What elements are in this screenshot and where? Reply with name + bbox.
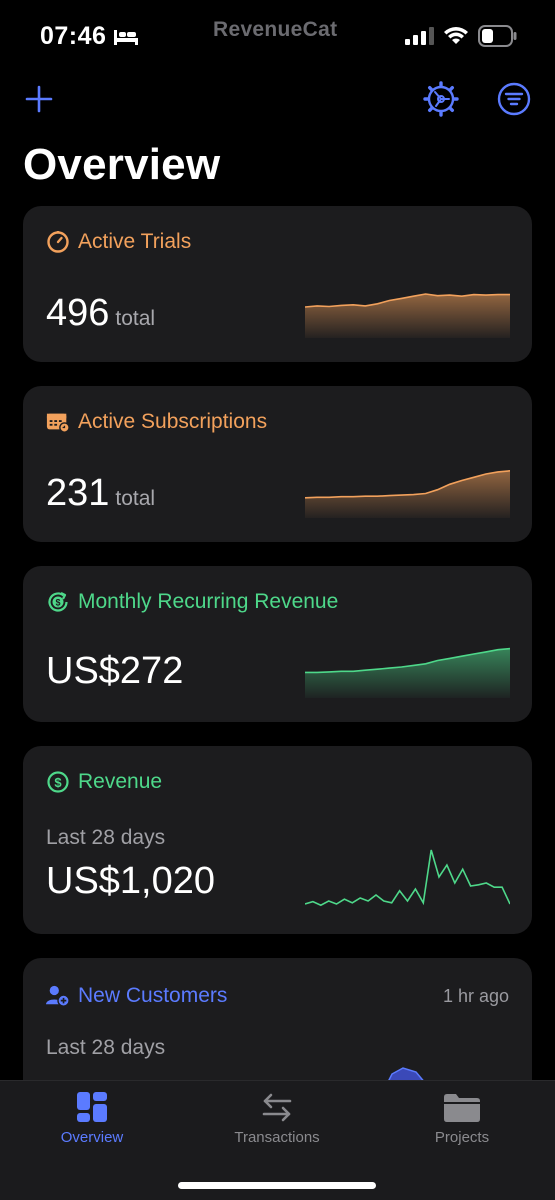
- recurring-dollar-icon: $: [46, 590, 70, 614]
- card-header: $ Monthly Recurring Revenue: [46, 590, 338, 614]
- home-indicator: [178, 1182, 376, 1189]
- settings-button[interactable]: [422, 80, 460, 118]
- status-time: 07:46: [40, 22, 107, 50]
- revenue-card[interactable]: $ Revenue Last 28 days US$1,020: [23, 746, 532, 934]
- card-header: New Customers: [46, 984, 227, 1008]
- chart-area: [305, 294, 510, 338]
- folder-icon: [444, 1094, 480, 1122]
- tab-label: Transactions: [234, 1129, 320, 1146]
- value-unit: total: [115, 307, 156, 330]
- tab-transactions[interactable]: Transactions: [202, 1091, 352, 1146]
- tab-label: Projects: [434, 1129, 490, 1146]
- mrr-card[interactable]: $ Monthly Recurring Revenue US$272: [23, 566, 532, 722]
- card-title: Active Trials: [78, 230, 192, 253]
- revenue-value: US$1,020: [46, 860, 216, 902]
- revenue-chart: [305, 846, 510, 914]
- arrows-swap-icon: [262, 1093, 292, 1122]
- tab-overview[interactable]: Overview: [17, 1091, 167, 1146]
- dashboard-icon: [77, 1092, 107, 1122]
- battery-icon: [478, 25, 517, 47]
- card-title: New Customers: [78, 984, 228, 1007]
- mrr-value: US$272: [46, 650, 184, 692]
- active-subscriptions-value: 231: [46, 472, 110, 514]
- active-trials-value: 496: [46, 292, 110, 334]
- wifi-icon: [444, 27, 468, 44]
- active-trials-card[interactable]: Active Trials 496 total: [23, 206, 532, 362]
- chart-line: [305, 850, 510, 905]
- add-button[interactable]: [22, 82, 56, 116]
- filter-button[interactable]: [495, 80, 533, 118]
- card-header: $ Revenue: [46, 770, 162, 794]
- page-title: Overview: [23, 140, 221, 189]
- revenue-period: Last 28 days: [46, 826, 166, 849]
- svg-text:$: $: [54, 775, 62, 790]
- card-title: Active Subscriptions: [78, 410, 268, 433]
- sleep-mode-icon: [114, 30, 138, 45]
- card-header: Active Subscriptions: [46, 410, 267, 434]
- updated-timestamp: 1 hr ago: [442, 986, 509, 1006]
- filter-icon: [497, 82, 531, 116]
- tab-label: Overview: [60, 1129, 124, 1146]
- active-subscriptions-card[interactable]: Active Subscriptions 231 total: [23, 386, 532, 542]
- gear-icon: [423, 81, 459, 117]
- active-trials-chart: [305, 276, 510, 338]
- add-person-icon: [46, 984, 70, 1008]
- card-title: Revenue: [78, 770, 163, 793]
- svg-text:$: $: [55, 598, 60, 608]
- card-value: 496 total: [46, 292, 155, 335]
- status-bar: 07:46 RevenueCat: [0, 0, 555, 70]
- card-header: Active Trials: [46, 230, 191, 254]
- timer-icon: [46, 230, 70, 254]
- chart-area: [305, 648, 510, 698]
- active-subscriptions-chart: [305, 456, 510, 518]
- cellular-signal-icon: [405, 27, 434, 45]
- calendar-icon: [46, 410, 70, 434]
- plus-icon: [25, 85, 53, 113]
- card-title: Monthly Recurring Revenue: [78, 590, 339, 613]
- value-unit: total: [115, 487, 156, 510]
- new-customers-period: Last 28 days: [46, 1036, 166, 1059]
- card-value: 231 total: [46, 472, 155, 515]
- tab-projects[interactable]: Projects: [387, 1091, 537, 1146]
- mrr-chart: [305, 636, 510, 698]
- dollar-circle-icon: $: [46, 770, 70, 794]
- carrier-logo: RevenueCat: [213, 18, 338, 41]
